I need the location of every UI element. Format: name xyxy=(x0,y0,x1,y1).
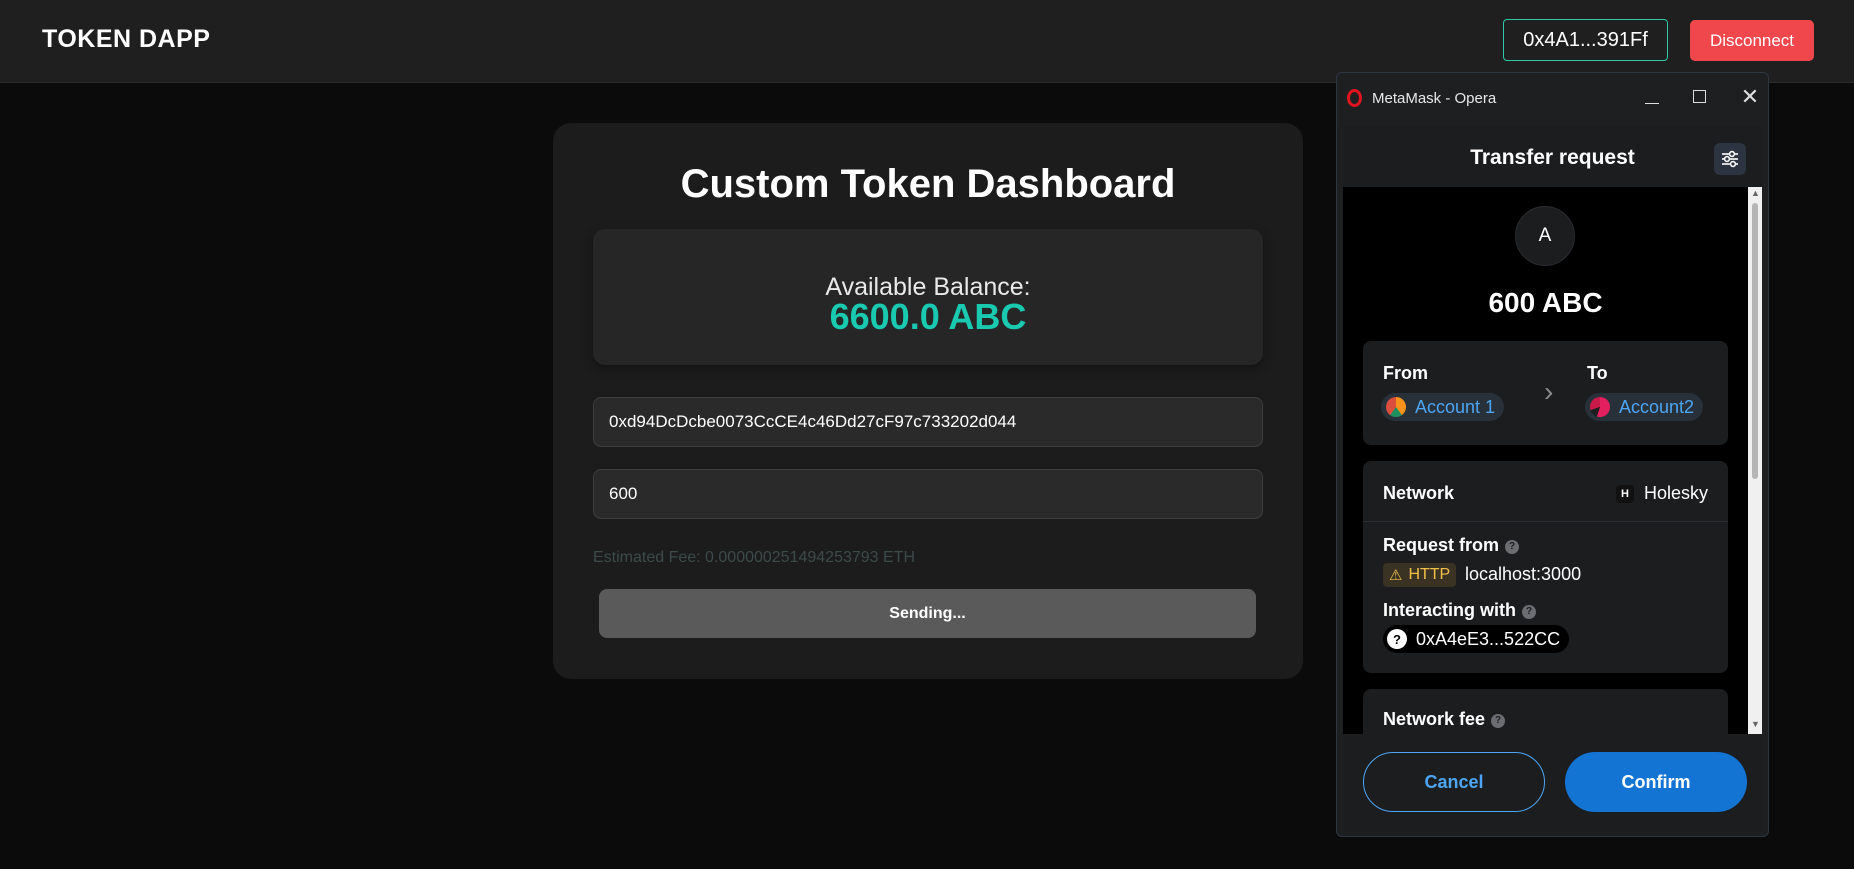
amount-input[interactable]: 600 xyxy=(593,469,1263,519)
confirmation-scroll-area[interactable]: A 600 ABC From Account 1 › To Account2 N… xyxy=(1343,187,1762,734)
dashboard-card: Custom Token Dashboard Available Balance… xyxy=(553,123,1303,679)
estimated-fee-text: Estimated Fee: 0.000000251494253793 ETH xyxy=(593,549,916,566)
holesky-network-icon: H xyxy=(1615,484,1634,503)
network-fee-panel: Network fee? xyxy=(1363,689,1728,734)
http-label: HTTP xyxy=(1408,566,1451,583)
divider xyxy=(1363,521,1728,522)
metamask-window: MetaMask - Opera ✕ Transfer request A 60… xyxy=(1336,72,1769,837)
from-account-pill[interactable]: Account 1 xyxy=(1381,393,1505,421)
confirm-button[interactable]: Confirm xyxy=(1565,752,1747,812)
confirmation-footer: Cancel Confirm xyxy=(1343,734,1762,832)
scroll-up-arrow-icon[interactable]: ▲ xyxy=(1751,188,1760,198)
page-title: Custom Token Dashboard xyxy=(680,162,1176,206)
balance-value: 6600.0 ABC xyxy=(829,296,1027,337)
close-icon[interactable]: ✕ xyxy=(1735,85,1765,111)
details-panel: Network H Holesky Request from? ⚠ HTTP l… xyxy=(1363,461,1728,673)
opera-logo-icon xyxy=(1347,89,1362,107)
window-title: MetaMask - Opera xyxy=(1372,90,1497,107)
metamask-content: Transfer request A 600 ABC From Account … xyxy=(1343,127,1762,832)
network-value: H Holesky xyxy=(1615,483,1708,504)
wallet-address-button[interactable]: 0x4A1...391Ff xyxy=(1503,19,1668,61)
scrollbar[interactable]: ▲ ▼ xyxy=(1748,187,1762,734)
network-label: Network xyxy=(1383,483,1455,503)
send-button[interactable]: Sending... xyxy=(599,589,1256,638)
to-label: To xyxy=(1587,363,1608,383)
contract-address-pill[interactable]: ? 0xA4eE3...522CC xyxy=(1383,625,1570,653)
warning-icon: ⚠ xyxy=(1389,567,1403,584)
token-avatar: A xyxy=(1515,206,1575,266)
cancel-button[interactable]: Cancel xyxy=(1363,752,1545,812)
confirmation-title: Transfer request xyxy=(1470,146,1635,169)
recipient-address-value: 0xd94DcDcbe0073CcCE4c46Dd27cF97c733202d0… xyxy=(609,412,1017,431)
request-host: localhost:3000 xyxy=(1465,564,1582,584)
advanced-settings-button[interactable] xyxy=(1714,143,1746,175)
sliders-icon xyxy=(1722,150,1738,168)
minimize-icon[interactable] xyxy=(1637,85,1667,111)
interacting-with-text: Interacting with xyxy=(1383,600,1517,620)
from-to-panel: From Account 1 › To Account2 xyxy=(1363,341,1728,445)
window-titlebar[interactable]: MetaMask - Opera ✕ xyxy=(1337,73,1768,123)
maximize-icon[interactable] xyxy=(1685,85,1715,111)
request-from-text: Request from xyxy=(1383,535,1500,555)
scrollbar-thumb[interactable] xyxy=(1752,203,1758,479)
network-fee-label: Network fee? xyxy=(1383,709,1506,730)
confirmation-header: Transfer request xyxy=(1343,127,1762,187)
disconnect-button[interactable]: Disconnect xyxy=(1690,20,1814,61)
request-from-label: Request from? xyxy=(1383,535,1520,556)
interacting-with-label: Interacting with? xyxy=(1383,600,1537,621)
unknown-contract-icon: ? xyxy=(1387,629,1407,649)
recipient-address-input[interactable]: 0xd94DcDcbe0073CcCE4c46Dd27cF97c733202d0… xyxy=(593,397,1263,447)
scroll-down-arrow-icon[interactable]: ▼ xyxy=(1751,719,1760,729)
network-fee-text: Network fee xyxy=(1383,709,1486,729)
help-icon[interactable]: ? xyxy=(1522,605,1537,619)
http-warning-badge: ⚠ HTTP xyxy=(1383,563,1457,587)
to-account-name: Account2 xyxy=(1619,396,1695,417)
help-icon[interactable]: ? xyxy=(1491,714,1506,728)
transfer-amount: 600 ABC xyxy=(1488,287,1603,318)
amount-value: 600 xyxy=(609,484,638,503)
top-navbar: TOKEN DAPP 0x4A1...391Ff Disconnect xyxy=(0,0,1854,83)
chevron-right-icon: › xyxy=(1544,376,1554,407)
to-account-pill[interactable]: Account2 xyxy=(1585,393,1704,421)
account-2-avatar-icon xyxy=(1590,397,1610,417)
account-1-avatar-icon xyxy=(1386,397,1406,417)
from-account-name: Account 1 xyxy=(1415,396,1496,417)
contract-address: 0xA4eE3...522CC xyxy=(1416,628,1561,649)
app-brand: TOKEN DAPP xyxy=(42,25,211,53)
network-name: Holesky xyxy=(1643,483,1708,503)
help-icon[interactable]: ? xyxy=(1505,540,1520,554)
from-label: From xyxy=(1383,363,1428,383)
